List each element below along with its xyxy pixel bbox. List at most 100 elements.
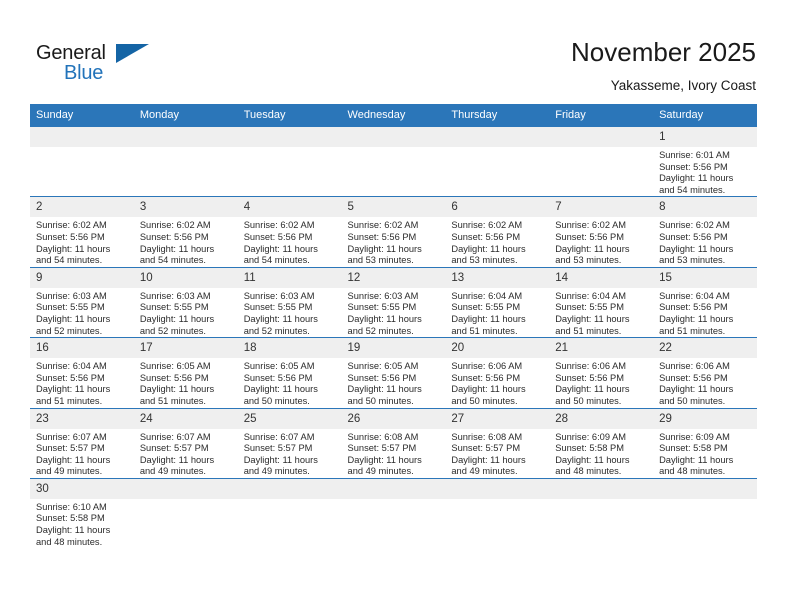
calendar-day-cell[interactable]: 25 Sunrise: 6:07 AM Sunset: 5:57 PM Dayligh… <box>237 407 342 479</box>
sunrise-time: Sunrise: 6:10 AM <box>36 501 107 512</box>
calendar-day-cell[interactable]: 4 Sunrise: 6:02 AM Sunset: 5:56 PM Daylight… <box>237 196 342 268</box>
sunrise-time: Sunrise: 6:06 AM <box>451 361 523 372</box>
sunrise-time: Sunrise: 6:02 AM <box>555 220 627 231</box>
calendar-day-cell[interactable]: 28 Sunrise: 6:09 AM Sunset: 5:58 PM Dayligh… <box>549 407 654 479</box>
calendar-day-cell[interactable]: 12 Sunrise: 6:03 AM Sunset: 5:55 PM Dayligh… <box>341 266 446 338</box>
calendar-day-cell[interactable]: 23 Sunrise: 6:07 AM Sunset: 5:57 PM Dayligh… <box>30 407 134 479</box>
daylight-duration-line2: and 48 minutes. <box>555 466 622 477</box>
sunset-time: Sunset: 5:56 PM <box>36 372 105 383</box>
calendar-day-cell[interactable]: 7 Sunrise: 6:02 AM Sunset: 5:56 PM Daylight… <box>549 196 654 268</box>
calendar-week-row: 23 Sunrise: 6:07 AM Sunset: 5:57 PM Dayligh… <box>30 407 757 479</box>
calendar-day-cell[interactable]: 8 Sunrise: 6:02 AM Sunset: 5:56 PM Daylight… <box>653 196 757 268</box>
calendar-body: 1 Sunrise: 6:01 AM Sunset: 5:56 PM Daylight… <box>30 125 757 549</box>
day-sun-info: Sunrise: 6:09 AM Sunset: 5:58 PM Daylight:… <box>653 429 757 478</box>
calendar-day-cell[interactable]: 29 Sunrise: 6:09 AM Sunset: 5:58 PM Dayligh… <box>653 407 757 479</box>
calendar-day-cell[interactable]: 1 Sunrise: 6:01 AM Sunset: 5:56 PM Daylight… <box>653 125 757 197</box>
sunset-time: Sunset: 5:56 PM <box>555 372 624 383</box>
day-number <box>133 127 238 147</box>
day-sun-info: Sunrise: 6:03 AM Sunset: 5:55 PM Daylight:… <box>134 288 238 337</box>
day-sun-info: Sunrise: 6:02 AM Sunset: 5:56 PM Daylight:… <box>134 217 238 266</box>
daylight-duration-line2: and 52 minutes. <box>36 325 103 336</box>
daylight-duration-line2: and 54 minutes. <box>139 255 206 266</box>
sunset-time: Sunset: 5:55 PM <box>36 302 105 313</box>
day-sun-info: Sunrise: 6:07 AM Sunset: 5:57 PM Daylight:… <box>134 429 238 478</box>
sunset-time: Sunset: 5:57 PM <box>347 443 417 454</box>
sunrise-time: Sunrise: 6:05 AM <box>139 361 211 372</box>
daylight-duration-line2: and 49 minutes. <box>139 466 206 477</box>
sunset-time: Sunset: 5:56 PM <box>243 372 313 383</box>
sunrise-time: Sunrise: 6:04 AM <box>659 290 730 301</box>
calendar-day-cell[interactable]: 27 Sunrise: 6:08 AM Sunset: 5:57 PM Dayligh… <box>445 407 550 479</box>
weekday-header-row: Sunday Monday Tuesday Wednesday Thursday… <box>30 104 757 127</box>
calendar-day-cell[interactable]: 30 Sunrise: 6:10 AM Sunset: 5:58 PM Dayligh… <box>30 477 134 549</box>
day-sun-info: Sunrise: 6:02 AM Sunset: 5:56 PM Daylight:… <box>342 217 446 266</box>
sunset-time: Sunset: 5:56 PM <box>243 231 313 242</box>
sunrise-time: Sunrise: 6:03 AM <box>36 290 107 301</box>
calendar-day-cell[interactable]: 22 Sunrise: 6:06 AM Sunset: 5:56 PM Dayligh… <box>653 337 757 408</box>
sunrise-time: Sunrise: 6:02 AM <box>451 220 523 231</box>
calendar-day-cell[interactable]: 14 Sunrise: 6:04 AM Sunset: 5:55 PM Dayligh… <box>549 266 654 338</box>
daylight-duration-line2: and 49 minutes. <box>243 466 310 477</box>
calendar-day-cell[interactable]: 6 Sunrise: 6:02 AM Sunset: 5:56 PM Daylight… <box>445 196 550 268</box>
daylight-duration-line1: Daylight: 11 hours <box>36 454 111 465</box>
daylight-duration-line1: Daylight: 11 hours <box>659 173 734 184</box>
sunrise-time: Sunrise: 6:05 AM <box>243 361 315 372</box>
calendar-day-cell[interactable]: 21 Sunrise: 6:06 AM Sunset: 5:56 PM Dayligh… <box>549 337 654 408</box>
calendar-day-cell[interactable]: 26 Sunrise: 6:08 AM Sunset: 5:57 PM Dayligh… <box>341 407 446 479</box>
day-sun-info: Sunrise: 6:08 AM Sunset: 5:57 PM Daylight:… <box>445 429 549 478</box>
day-sun-info: Sunrise: 6:04 AM Sunset: 5:56 PM Daylight:… <box>653 288 757 337</box>
calendar-day-cell[interactable]: 24 Sunrise: 6:07 AM Sunset: 5:57 PM Dayligh… <box>133 407 238 479</box>
day-number: 17 <box>133 338 238 359</box>
calendar-day-cell[interactable]: 20 Sunrise: 6:06 AM Sunset: 5:56 PM Dayligh… <box>445 337 550 408</box>
calendar-day-cell[interactable]: 18 Sunrise: 6:05 AM Sunset: 5:56 PM Dayligh… <box>237 337 342 408</box>
day-sun-info: Sunrise: 6:06 AM Sunset: 5:56 PM Daylight:… <box>549 358 653 407</box>
day-sun-info: Sunrise: 6:05 AM Sunset: 5:56 PM Daylight:… <box>134 358 238 407</box>
day-number: 11 <box>237 267 342 288</box>
sunset-time: Sunset: 5:55 PM <box>555 302 624 313</box>
day-number: 8 <box>653 197 757 218</box>
calendar-day-cell[interactable]: 9 Sunrise: 6:03 AM Sunset: 5:55 PM Daylight… <box>30 266 134 338</box>
calendar-day-cell[interactable]: 10 Sunrise: 6:03 AM Sunset: 5:55 PM Dayligh… <box>133 266 238 338</box>
calendar-day-cell[interactable]: 17 Sunrise: 6:05 AM Sunset: 5:56 PM Dayligh… <box>133 337 238 408</box>
calendar-day-cell[interactable]: 3 Sunrise: 6:02 AM Sunset: 5:56 PM Daylight… <box>133 196 238 268</box>
sunset-time: Sunset: 5:56 PM <box>659 231 728 242</box>
daylight-duration-line2: and 51 minutes. <box>659 325 726 336</box>
daylight-duration-line2: and 50 minutes. <box>659 395 726 406</box>
calendar-day-cell-empty <box>341 125 446 197</box>
weekday-header-wednesday: Wednesday <box>341 104 446 127</box>
day-number: 22 <box>653 338 757 359</box>
day-number: 24 <box>133 408 238 429</box>
day-sun-info: Sunrise: 6:03 AM Sunset: 5:55 PM Daylight:… <box>238 288 342 337</box>
day-number <box>341 478 446 499</box>
day-number: 4 <box>237 197 342 218</box>
sunrise-time: Sunrise: 6:03 AM <box>347 290 419 301</box>
calendar-day-cell[interactable]: 16 Sunrise: 6:04 AM Sunset: 5:56 PM Dayligh… <box>30 337 134 408</box>
sunrise-time: Sunrise: 6:05 AM <box>347 361 419 372</box>
weekday-header-sunday: Sunday <box>30 104 134 127</box>
sunset-time: Sunset: 5:56 PM <box>555 231 624 242</box>
sunset-time: Sunset: 5:56 PM <box>659 302 728 313</box>
calendar-day-cell-empty <box>445 125 550 197</box>
page-subtitle: Yakasseme, Ivory Coast <box>610 78 756 93</box>
calendar-day-cell[interactable]: 15 Sunrise: 6:04 AM Sunset: 5:56 PM Dayligh… <box>653 266 757 338</box>
day-number: 2 <box>30 197 134 218</box>
daylight-duration-line2: and 52 minutes. <box>243 325 310 336</box>
calendar-day-cell[interactable]: 11 Sunrise: 6:03 AM Sunset: 5:55 PM Dayligh… <box>237 266 342 338</box>
day-number: 14 <box>549 267 654 288</box>
logo-text-blue: Blue <box>64 62 104 84</box>
calendar-day-cell-empty <box>237 125 342 197</box>
daylight-duration-line2: and 52 minutes. <box>347 325 414 336</box>
day-sun-info: Sunrise: 6:07 AM Sunset: 5:57 PM Daylight:… <box>30 429 134 478</box>
calendar-day-cell[interactable]: 5 Sunrise: 6:02 AM Sunset: 5:56 PM Daylight… <box>341 196 446 268</box>
day-number <box>549 127 654 147</box>
calendar-day-cell-empty <box>133 125 238 197</box>
calendar-week-row: 1 Sunrise: 6:01 AM Sunset: 5:56 PM Daylight… <box>30 125 757 197</box>
calendar-day-cell[interactable]: 2 Sunrise: 6:02 AM Sunset: 5:56 PM Daylight… <box>30 196 134 268</box>
daylight-duration-line1: Daylight: 11 hours <box>659 243 734 254</box>
day-sun-info: Sunrise: 6:03 AM Sunset: 5:55 PM Daylight:… <box>30 288 134 337</box>
general-blue-logo[interactable]: General Blue <box>36 41 166 87</box>
calendar-day-cell[interactable]: 19 Sunrise: 6:05 AM Sunset: 5:56 PM Dayligh… <box>341 337 446 408</box>
calendar-page: General Blue November 2025 Yakasseme, Iv… <box>0 0 792 612</box>
calendar-day-cell[interactable]: 13 Sunrise: 6:04 AM Sunset: 5:55 PM Dayligh… <box>445 266 550 338</box>
sunset-time: Sunset: 5:57 PM <box>243 443 313 454</box>
